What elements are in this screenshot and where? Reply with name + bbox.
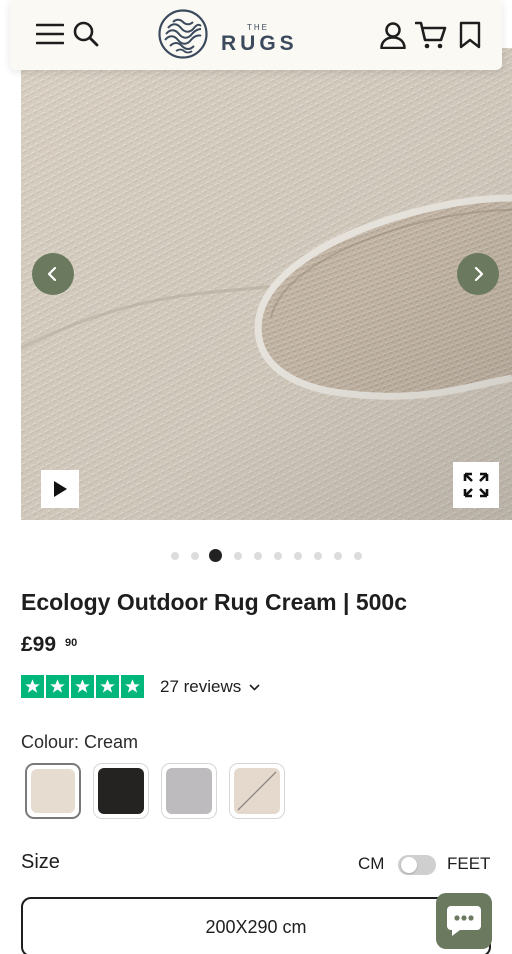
gallery-dot[interactable] bbox=[274, 552, 282, 560]
gallery-dot[interactable] bbox=[354, 552, 362, 560]
chat-icon bbox=[447, 906, 481, 936]
gallery-dot[interactable] bbox=[294, 552, 302, 560]
star-icon bbox=[21, 675, 44, 698]
gallery-dot[interactable] bbox=[171, 552, 179, 560]
swatch-beige[interactable] bbox=[229, 763, 285, 819]
expand-image-button[interactable] bbox=[453, 462, 499, 508]
logo-wordmark: RUGS bbox=[221, 32, 298, 55]
swatch-black[interactable] bbox=[93, 763, 149, 819]
account-icon[interactable] bbox=[380, 21, 406, 49]
chat-button[interactable] bbox=[436, 893, 492, 949]
star-icon bbox=[96, 675, 119, 698]
toggle-knob bbox=[401, 857, 417, 873]
site-header: THE RUGS bbox=[10, 0, 502, 70]
chevron-left-icon bbox=[47, 267, 57, 281]
gallery-next-button[interactable] bbox=[457, 253, 499, 295]
unit-toggle[interactable] bbox=[398, 855, 436, 875]
gallery-prev-button[interactable] bbox=[32, 253, 74, 295]
product-gallery[interactable] bbox=[21, 48, 512, 520]
chevron-down-icon bbox=[249, 683, 260, 691]
swatch-unavailable-icon bbox=[237, 771, 277, 811]
unit-feet-label: FEET bbox=[447, 854, 491, 873]
search-icon[interactable] bbox=[72, 20, 100, 48]
price-cents: 90 bbox=[65, 637, 78, 649]
unit-cm-label: CM bbox=[358, 854, 385, 873]
wishlist-icon[interactable] bbox=[459, 21, 481, 49]
gallery-pagination bbox=[0, 549, 512, 563]
logo-small-text: THE bbox=[247, 23, 269, 32]
size-label: Size bbox=[21, 851, 60, 873]
cart-icon[interactable] bbox=[415, 20, 447, 50]
swatch-grey-fill bbox=[166, 768, 212, 814]
chevron-right-icon bbox=[474, 267, 484, 281]
swatch-cream-fill bbox=[31, 769, 75, 813]
product-title: Ecology Outdoor Rug Cream | 500c bbox=[21, 589, 408, 615]
swatch-cream[interactable] bbox=[25, 763, 81, 819]
expand-icon bbox=[463, 472, 489, 498]
swatch-black-fill bbox=[98, 768, 144, 814]
star-icon bbox=[121, 675, 144, 698]
reviews-link[interactable]: 27 reviews bbox=[160, 677, 260, 697]
gallery-dot[interactable] bbox=[314, 552, 322, 560]
trustpilot-rating[interactable] bbox=[21, 675, 144, 699]
gallery-dot[interactable] bbox=[191, 552, 199, 560]
colour-label: Colour: Cream bbox=[21, 732, 139, 752]
product-image bbox=[21, 48, 512, 520]
gallery-dot[interactable] bbox=[254, 552, 262, 560]
size-option-button[interactable]: 200X290 cm bbox=[21, 897, 491, 954]
star-icon bbox=[71, 675, 94, 698]
gallery-dot-active[interactable] bbox=[209, 549, 222, 562]
site-logo[interactable]: THE RUGS bbox=[158, 8, 308, 60]
play-icon bbox=[54, 481, 67, 497]
play-video-button[interactable] bbox=[41, 470, 79, 508]
price-main: £99 bbox=[21, 633, 57, 656]
menu-icon[interactable] bbox=[36, 22, 64, 46]
size-option-label: 200X290 cm bbox=[205, 917, 307, 937]
star-icon bbox=[46, 675, 69, 698]
gallery-dot[interactable] bbox=[334, 552, 342, 560]
swatch-grey[interactable] bbox=[161, 763, 217, 819]
reviews-count: 27 reviews bbox=[160, 677, 242, 696]
swatch-beige-fill bbox=[234, 768, 280, 814]
gallery-dot[interactable] bbox=[234, 552, 242, 560]
logo-mark-icon bbox=[158, 9, 208, 59]
